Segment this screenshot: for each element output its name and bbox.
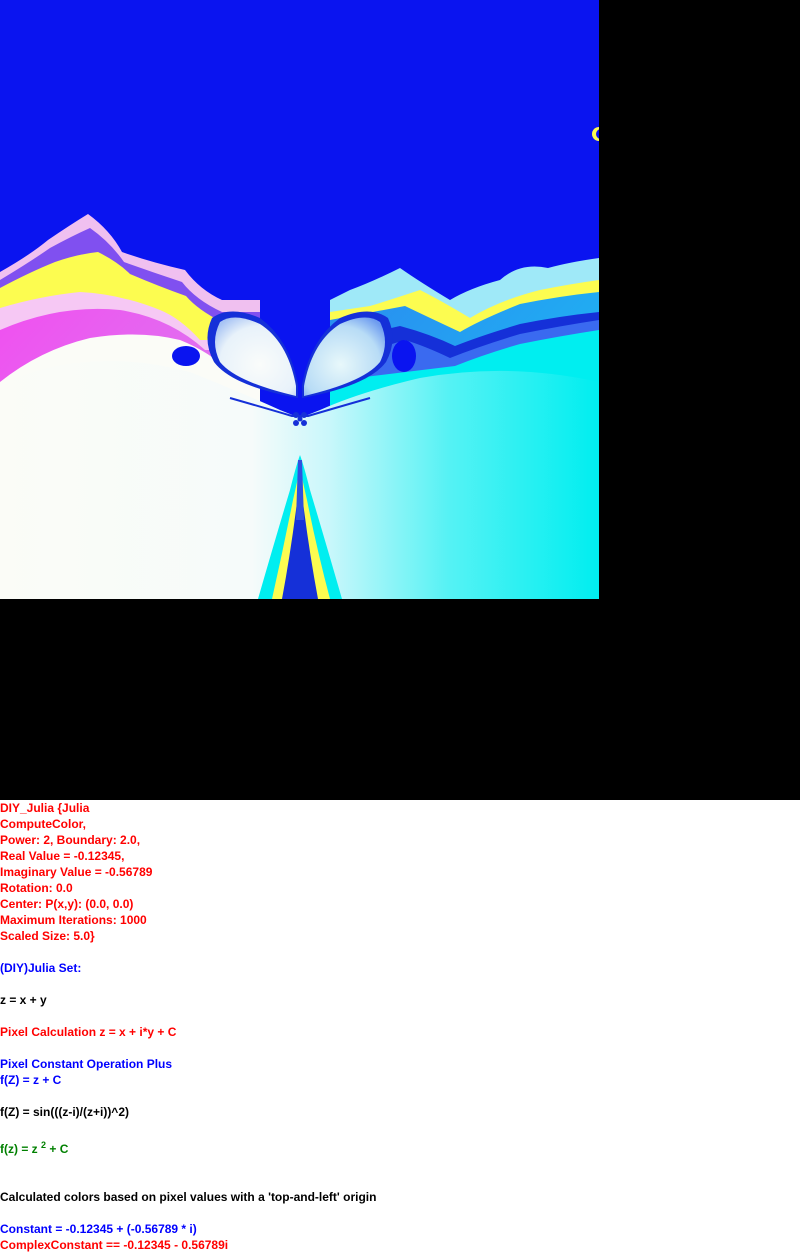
formula-power-exponent: 2: [41, 1140, 47, 1150]
param-line: Maximum Iterations: 1000: [0, 913, 147, 927]
param-line: Power: 2, Boundary: 2.0,: [0, 833, 141, 847]
formula-power-suffix: + C: [49, 1142, 69, 1156]
set-name: (DIY)Julia Set:: [0, 961, 82, 975]
formula-sin: f(Z) = sin(((z-i)/(z+i))^2): [0, 1105, 129, 1119]
param-line: Center: P(x,y): (0.0, 0.0): [0, 897, 134, 911]
formula-power: f(z) = z 2 + C: [0, 1140, 69, 1158]
julia-fractal-image: [0, 0, 599, 599]
render-canvas: [0, 0, 800, 800]
param-line: Real Value = -0.12345,: [0, 849, 125, 863]
param-line: Scaled Size: 5.0}: [0, 929, 95, 943]
param-line: DIY_Julia {Julia: [0, 801, 90, 815]
pixel-calculation: Pixel Calculation z = x + i*y + C: [0, 1025, 177, 1039]
julia-fractal-graphic: [0, 0, 599, 599]
info-panel: DIY_Julia {Julia ComputeColor, Power: 2,…: [0, 800, 800, 1253]
formula-plus: f(Z) = z + C: [0, 1073, 62, 1087]
formula-power-prefix: f(z) = z: [0, 1142, 38, 1156]
pixel-constant-operation: Pixel Constant Operation Plus: [0, 1057, 173, 1071]
param-line: ComputeColor,: [0, 817, 86, 831]
constant-value: Constant = -0.12345 + (-0.56789 * i): [0, 1222, 197, 1236]
param-line: Imaginary Value = -0.56789: [0, 865, 153, 879]
param-line: Rotation: 0.0: [0, 881, 73, 895]
complex-constant-value: ComplexConstant == -0.12345 - 0.56789i: [0, 1238, 229, 1252]
z-definition: z = x + y: [0, 993, 47, 1007]
origin-note: Calculated colors based on pixel values …: [0, 1190, 377, 1204]
